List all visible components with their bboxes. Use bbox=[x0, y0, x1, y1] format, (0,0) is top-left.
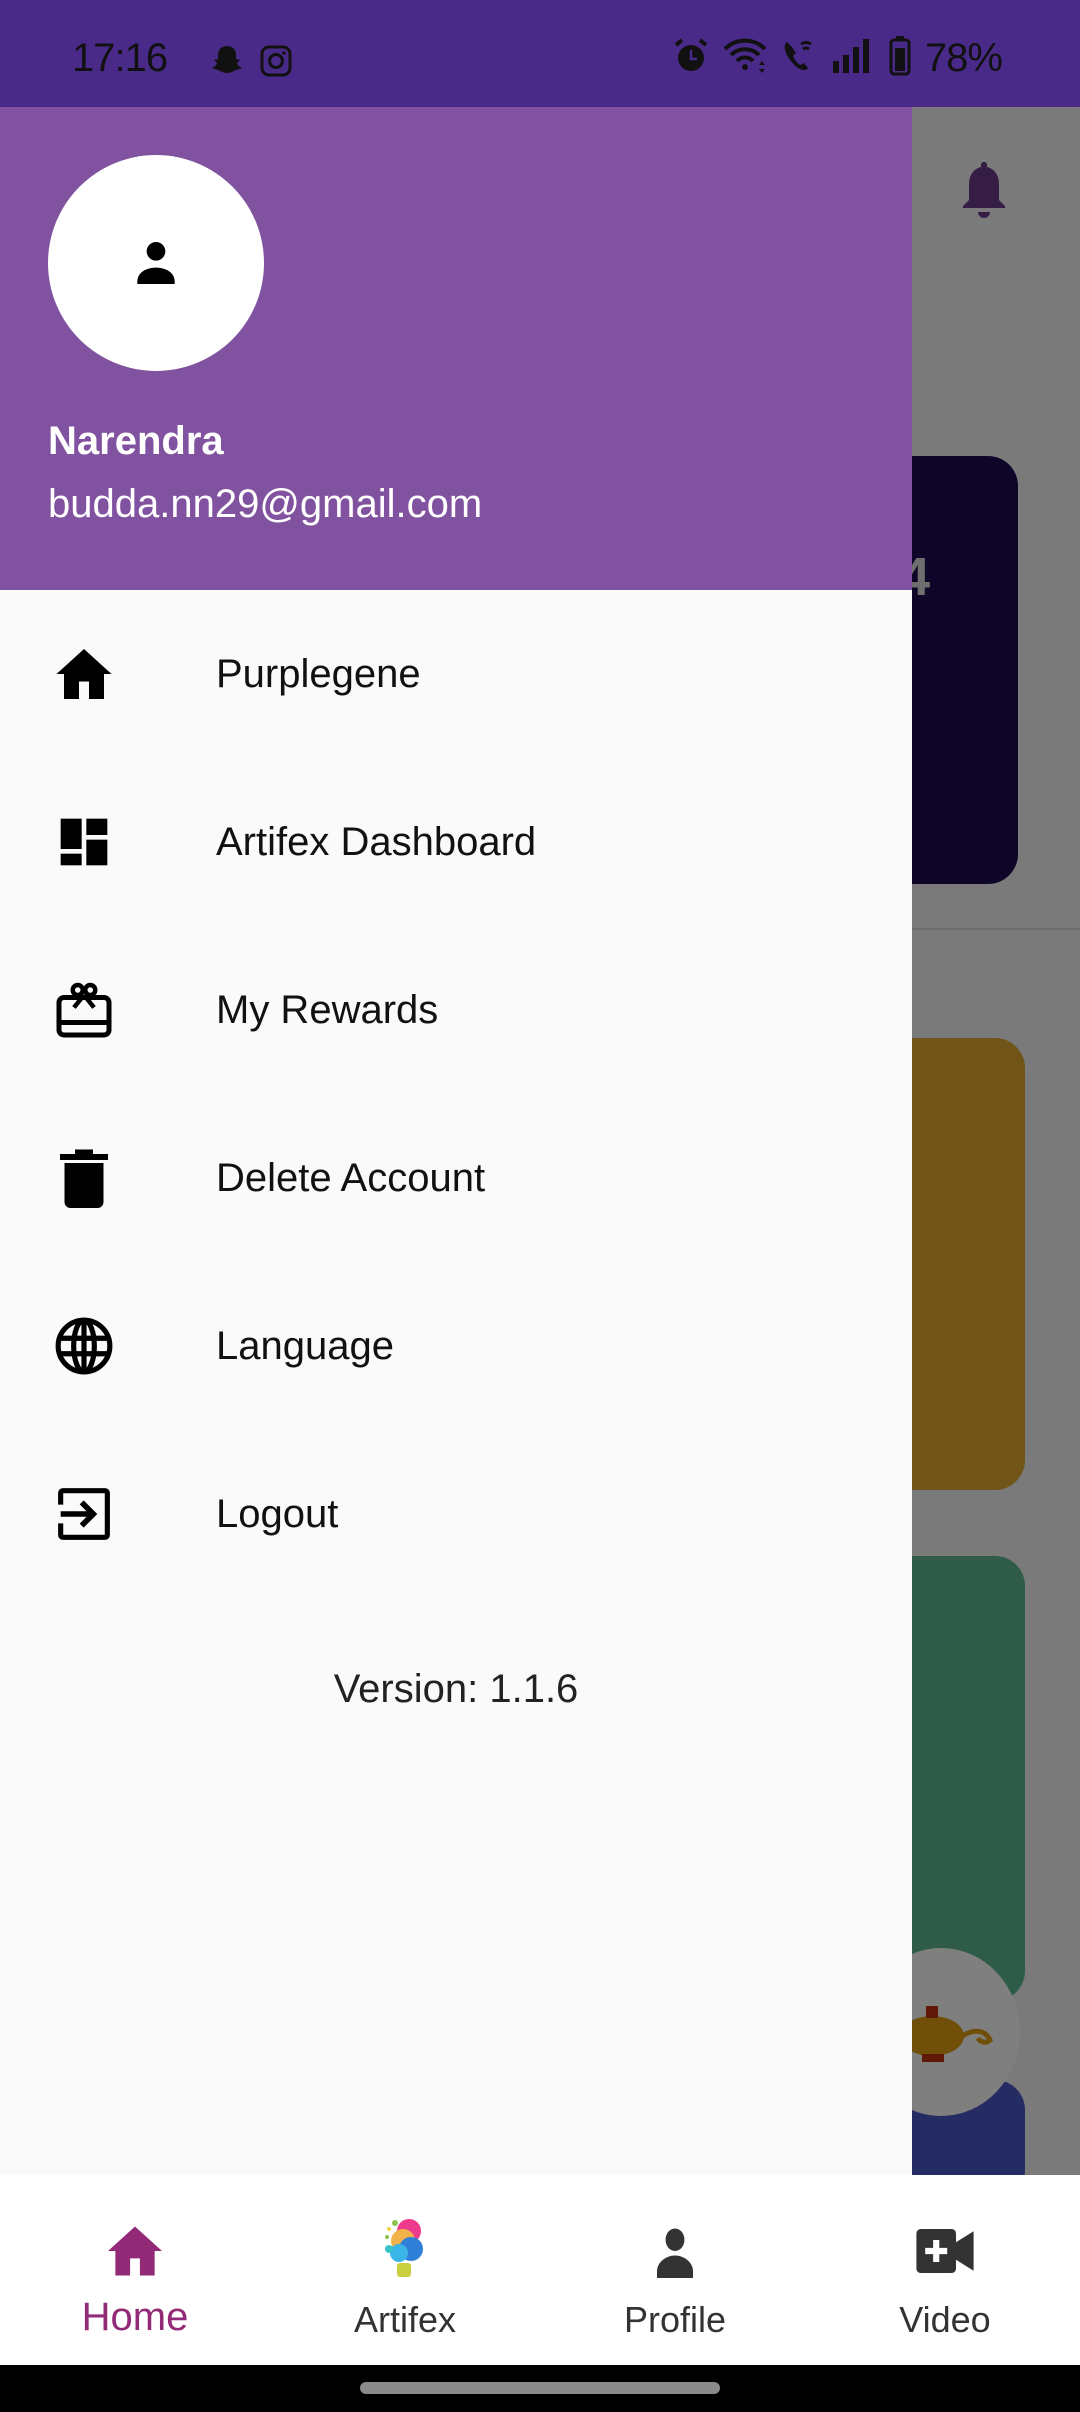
alarm-icon bbox=[673, 37, 709, 80]
menu-item-delete-account[interactable]: Delete Account bbox=[0, 1094, 912, 1262]
app-version: Version: 1.1.6 bbox=[333, 1667, 579, 1711]
menu-item-label: Delete Account bbox=[216, 1155, 486, 1200]
menu-item-my-rewards[interactable]: My Rewards bbox=[0, 926, 912, 1094]
gift-card-icon bbox=[48, 974, 120, 1046]
globe-icon bbox=[48, 1310, 120, 1382]
video-add-icon bbox=[916, 2215, 974, 2287]
menu-item-label: My Rewards bbox=[216, 987, 439, 1032]
nav-tab-label: Video bbox=[899, 2299, 991, 2340]
menu-item-artifex-dashboard[interactable]: Artifex Dashboard bbox=[0, 758, 912, 926]
navigation-drawer: Narendra budda.nn29@gmail.com Purplegene… bbox=[0, 107, 912, 2175]
nav-tab-profile[interactable]: Profile bbox=[540, 2175, 810, 2365]
avatar[interactable] bbox=[48, 155, 264, 371]
nav-tab-label: Profile bbox=[623, 2299, 727, 2340]
logout-icon bbox=[48, 1478, 120, 1550]
user-name: Narendra bbox=[48, 419, 224, 463]
status-time: 17:16 bbox=[72, 36, 168, 80]
snapchat-icon bbox=[212, 44, 242, 83]
status-bar: 17:16 78% bbox=[0, 0, 1080, 107]
person-icon bbox=[137, 242, 175, 284]
menu-item-language[interactable]: Language bbox=[0, 1262, 912, 1430]
drawer-header: Narendra budda.nn29@gmail.com bbox=[0, 107, 912, 590]
trash-icon bbox=[48, 1142, 120, 1214]
nav-tab-label: Home bbox=[81, 2295, 189, 2339]
user-email: budda.nn29@gmail.com bbox=[48, 482, 483, 526]
battery-icon bbox=[889, 36, 911, 81]
menu-item-label: Purplegene bbox=[216, 651, 421, 696]
dashboard-icon bbox=[48, 806, 120, 878]
menu-item-label: Logout bbox=[216, 1491, 339, 1536]
menu-item-label: Language bbox=[216, 1323, 394, 1368]
wifi-icon bbox=[723, 37, 767, 80]
nav-tab-label: Artifex bbox=[353, 2299, 457, 2340]
nav-tab-video[interactable]: Video bbox=[810, 2175, 1080, 2365]
instagram-icon bbox=[260, 45, 292, 82]
menu-item-purplegene[interactable]: Purplegene bbox=[0, 590, 912, 758]
home-icon bbox=[105, 2215, 165, 2287]
nav-tab-artifex[interactable]: Artifex bbox=[270, 2175, 540, 2365]
person-icon bbox=[648, 2215, 702, 2287]
artifex-logo-icon bbox=[379, 2215, 431, 2287]
menu-item-logout[interactable]: Logout bbox=[0, 1430, 912, 1598]
wifi-calling-icon bbox=[781, 38, 817, 79]
home-gesture-handle[interactable] bbox=[360, 2382, 720, 2394]
system-gesture-bar bbox=[0, 2365, 1080, 2412]
bottom-navigation: Home Artifex Profile Video bbox=[0, 2175, 1080, 2365]
battery-percent: 78% bbox=[924, 36, 1003, 80]
signal-icon bbox=[831, 39, 875, 78]
nav-tab-home[interactable]: Home bbox=[0, 2175, 270, 2365]
drawer-menu: Purplegene Artifex Dashboard My Rewards … bbox=[0, 590, 912, 1598]
menu-item-label: Artifex Dashboard bbox=[216, 819, 537, 864]
home-icon bbox=[48, 638, 120, 710]
